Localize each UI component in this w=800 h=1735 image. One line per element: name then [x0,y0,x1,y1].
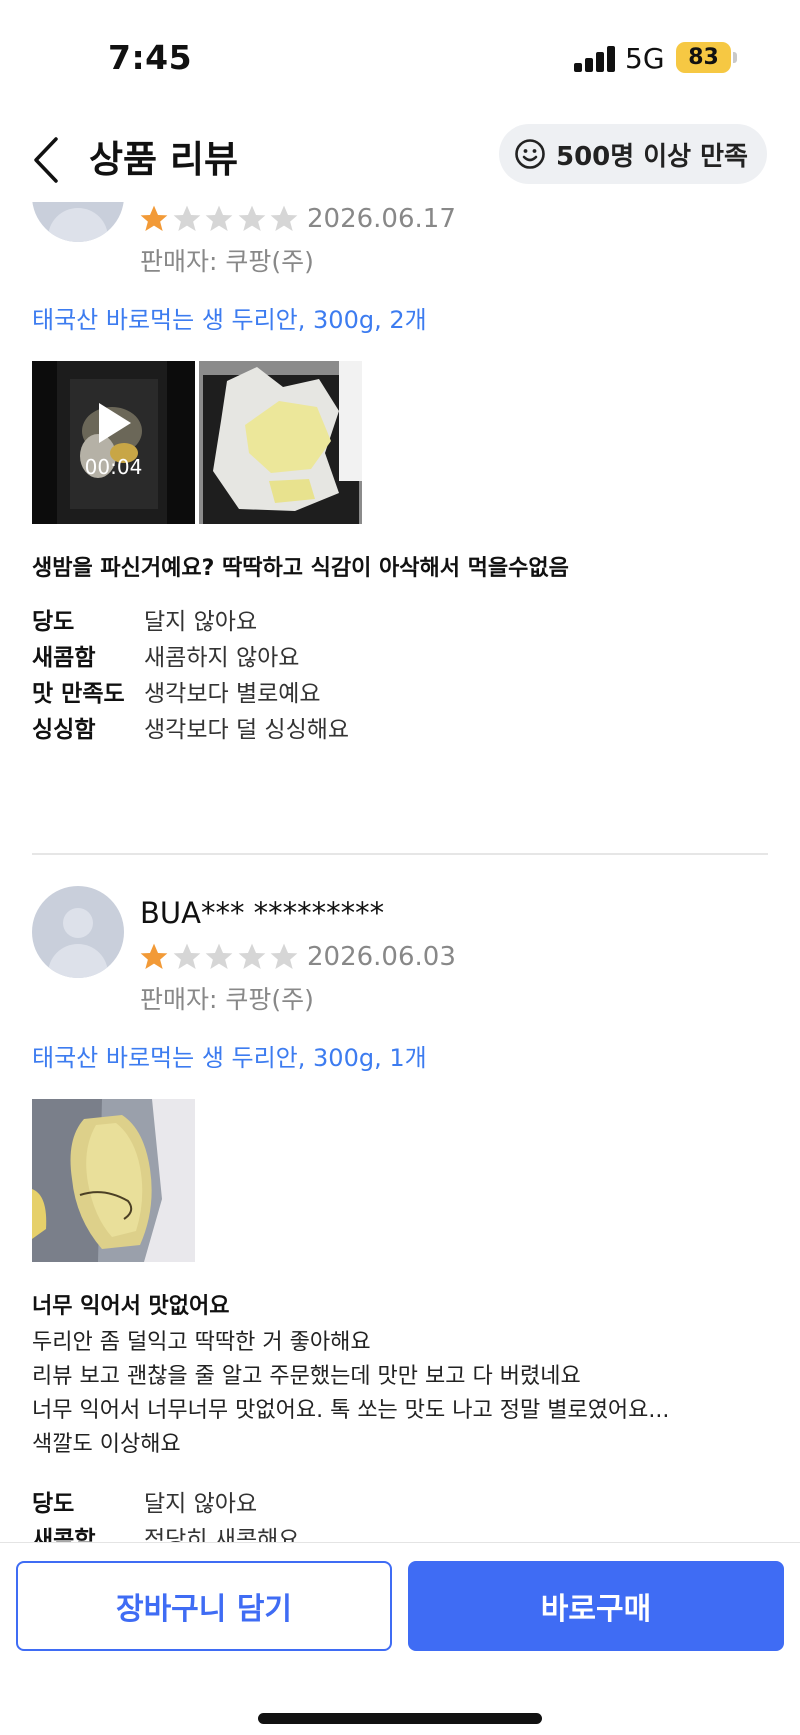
page-title: 상품 리뷰 [89,138,239,181]
star-empty-icon [173,943,200,969]
attribute-value: 새콤하지 않아요 [144,645,300,671]
back-button[interactable] [26,130,70,190]
attribute-label: 새콤함 [32,1527,96,1542]
review-date: 2026.06.03 [307,942,456,972]
star-empty-icon [270,205,298,231]
smiley-icon [515,139,545,169]
buy-now-button[interactable]: 바로구매 [408,1561,784,1651]
review-list[interactable]: 2026.06.17 판매자: 쿠팡(주) 태국산 바로먹는 생 두리안, 30… [0,202,800,1542]
battery-level: 83 [688,45,719,70]
product-option-link[interactable]: 태국산 바로먹는 생 두리안, 300g, 1개 [32,1038,427,1073]
bottom-action-bar: 장바구니 담기 바로구매 [0,1542,800,1735]
star-empty-icon [238,205,265,231]
star-empty-icon [205,943,233,969]
signal-icon [574,46,616,72]
star-filled-icon [140,205,168,231]
review-item: 2026.06.17 판매자: 쿠팡(주) 태국산 바로먹는 생 두리안, 30… [0,202,800,852]
star-empty-icon [173,205,200,231]
attribute-label: 당도 [32,1491,75,1517]
star-rating [138,203,301,237]
attribute-value: 생각보다 덜 싱싱해요 [144,717,350,743]
satisfaction-badge[interactable]: 500명 이상 만족 [499,124,767,184]
review-video[interactable]: 00:04 [32,361,195,524]
buy-now-label: 바로구매 [540,1592,652,1627]
play-icon [99,403,131,443]
avatar [32,202,124,242]
attribute-value: 적당히 새콤해요 [144,1527,300,1542]
video-duration: 00:04 [84,455,143,479]
review-body-line: 리뷰 보고 괜찮을 줄 알고 주문했는데 맛만 보고 다 버렸네요 [32,1364,581,1389]
battery-icon: 83 [676,42,731,73]
review-item: BUA*** ********* 2026.06.03 판매자: 쿠팡(주) 태… [0,886,800,1542]
review-headline: 생밤을 파신거예요? 딱딱하고 식감이 아삭해서 먹을수없음 [32,556,569,581]
review-headline: 너무 익어서 맛없어요 [32,1294,230,1319]
status-time: 7:45 [108,38,193,77]
attribute-label: 새콤함 [32,645,96,671]
reviewer-name: BUA*** ********* [140,896,385,930]
attribute-label: 싱싱함 [32,717,96,743]
add-to-cart-label: 장바구니 담기 [115,1592,293,1627]
seller-label: 판매자: 쿠팡(주) [140,985,314,1014]
star-rating [138,941,301,975]
header: 상품 리뷰 500명 이상 만족 [0,118,800,202]
home-indicator[interactable] [258,1713,542,1724]
attribute-value: 달지 않아요 [144,609,258,635]
attribute-value: 생각보다 별로예요 [144,681,321,707]
satisfaction-label: 500명 이상 만족 [556,141,748,172]
network-label: 5G [625,42,665,75]
review-body-line: 색깔도 이상해요 [32,1432,181,1457]
star-empty-icon [238,943,265,969]
avatar [32,886,124,978]
review-photo[interactable] [199,361,362,524]
add-to-cart-button[interactable]: 장바구니 담기 [16,1561,392,1651]
attribute-value: 달지 않아요 [144,1491,258,1517]
review-photo[interactable] [32,1099,195,1262]
attribute-label: 당도 [32,609,75,635]
review-body-line: 너무 익어서 너무너무 맛없어요. 톡 쏘는 맛도 나고 정말 별로였어요... [32,1398,670,1423]
chevron-left-icon [34,137,58,183]
star-filled-icon [140,943,168,969]
attribute-label: 맛 만족도 [32,681,125,707]
star-empty-icon [270,943,298,969]
product-option-link[interactable]: 태국산 바로먹는 생 두리안, 300g, 2개 [32,300,427,335]
battery-nub [733,52,737,63]
seller-label: 판매자: 쿠팡(주) [140,247,314,276]
status-bar: 7:45 5G 83 [0,0,800,118]
review-divider [32,853,768,855]
review-date: 2026.06.17 [307,204,456,234]
review-body-line: 두리안 좀 덜익고 딱딱한 거 좋아해요 [32,1330,371,1355]
star-empty-icon [205,205,233,231]
